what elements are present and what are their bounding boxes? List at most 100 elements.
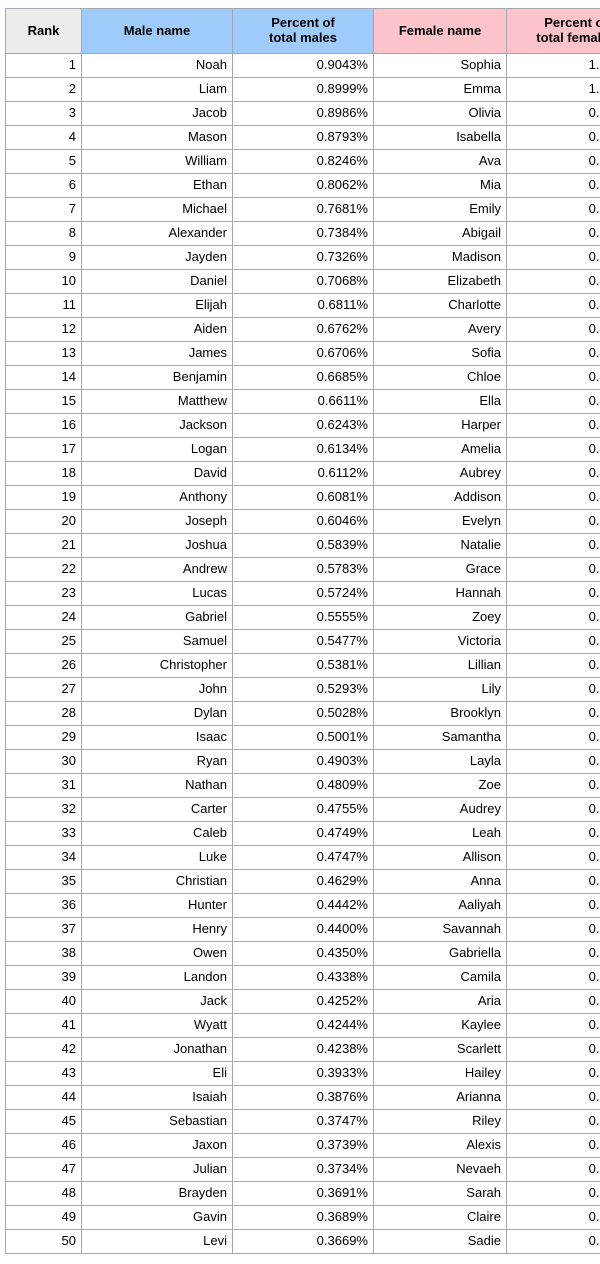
- table-row: 41Wyatt0.4244%Kaylee0.2660%: [5, 1013, 600, 1038]
- cell-female_name: Layla: [373, 749, 507, 774]
- table-row: 32Carter0.4755%Audrey0.2916%: [5, 797, 600, 822]
- cell-male_name: Landon: [81, 965, 233, 990]
- cell-rank: 37: [5, 917, 82, 942]
- cell-female_name: Samantha: [373, 725, 507, 750]
- table-body: 1Noah0.9043%Sophia1.1039%2Liam0.8999%Emm…: [5, 53, 600, 1254]
- cell-female_pct: 1.1039%: [506, 53, 600, 78]
- cell-rank: 10: [5, 269, 82, 294]
- cell-female_name: Grace: [373, 557, 507, 582]
- cell-female_pct: 0.3581%: [506, 701, 600, 726]
- cell-male_pct: 0.6081%: [232, 485, 374, 510]
- cell-female_name: Sophia: [373, 53, 507, 78]
- cell-male_pct: 0.3876%: [232, 1085, 374, 1110]
- cell-female_pct: 0.4384%: [506, 389, 600, 414]
- cell-male_pct: 0.8793%: [232, 125, 374, 150]
- cell-male_name: Aiden: [81, 317, 233, 342]
- cell-male_pct: 0.6046%: [232, 509, 374, 534]
- cell-female_name: Audrey: [373, 797, 507, 822]
- table-row: 17Logan0.6134%Amelia0.4179%: [5, 437, 600, 462]
- cell-male_pct: 0.8999%: [232, 77, 374, 102]
- cell-male_pct: 0.7681%: [232, 197, 374, 222]
- cell-rank: 13: [5, 341, 82, 366]
- cell-male_pct: 0.3689%: [232, 1205, 374, 1230]
- cell-female_pct: 0.6844%: [506, 173, 600, 198]
- cell-female_name: Zoe: [373, 773, 507, 798]
- cell-rank: 44: [5, 1085, 82, 1110]
- cell-female_name: Elizabeth: [373, 269, 507, 294]
- cell-male_pct: 0.6811%: [232, 293, 374, 318]
- cell-male_pct: 0.6134%: [232, 437, 374, 462]
- cell-male_name: Caleb: [81, 821, 233, 846]
- cell-female_pct: 0.2909%: [506, 821, 600, 846]
- table-container: Rank Male name Percent of total males Fem…: [0, 0, 600, 1254]
- cell-female_name: Emma: [373, 77, 507, 102]
- table-row: 8Alexander0.7384%Abigail0.6449%: [5, 221, 600, 246]
- cell-male_name: Noah: [81, 53, 233, 78]
- table-row: 23Lucas0.5724%Hannah0.3783%: [5, 581, 600, 606]
- table-row: 5William0.8246%Ava0.7924%: [5, 149, 600, 174]
- cell-female_pct: 0.2916%: [506, 797, 600, 822]
- cell-male_name: Jack: [81, 989, 233, 1014]
- cell-male_name: Gavin: [81, 1205, 233, 1230]
- cell-female_pct: 0.2635%: [506, 1037, 600, 1062]
- cell-female_name: Emily: [373, 197, 507, 222]
- table-row: 2Liam0.8999%Emma1.0888%: [5, 77, 600, 102]
- cell-female_pct: 0.2685%: [506, 965, 600, 990]
- cell-rank: 39: [5, 965, 82, 990]
- table-row: 45Sebastian0.3747%Riley0.2568%: [5, 1109, 600, 1134]
- table-row: 16Jackson0.6243%Harper0.4307%: [5, 413, 600, 438]
- cell-male_pct: 0.8246%: [232, 149, 374, 174]
- table-row: 47Julian0.3734%Nevaeh0.2470%: [5, 1157, 600, 1182]
- cell-rank: 43: [5, 1061, 82, 1086]
- cell-male_pct: 0.3734%: [232, 1157, 374, 1182]
- cell-rank: 22: [5, 557, 82, 582]
- cell-rank: 14: [5, 365, 82, 390]
- cell-male_pct: 0.5724%: [232, 581, 374, 606]
- cell-male_name: Jaxon: [81, 1133, 233, 1158]
- cell-rank: 40: [5, 989, 82, 1014]
- table-row: 7Michael0.7681%Emily0.6832%: [5, 197, 600, 222]
- cell-female_pct: 0.4564%: [506, 365, 600, 390]
- cell-female_pct: 0.3632%: [506, 677, 600, 702]
- cell-male_name: Dylan: [81, 701, 233, 726]
- cell-male_name: Hunter: [81, 893, 233, 918]
- cell-rank: 2: [5, 77, 82, 102]
- cell-male_name: Andrew: [81, 557, 233, 582]
- cell-male_name: Isaiah: [81, 1085, 233, 1110]
- table-row: 4Mason0.8793%Isabella0.9161%: [5, 125, 600, 150]
- column-header-label-line: Percent of: [271, 15, 335, 31]
- table-row: 35Christian0.4629%Anna0.2784%: [5, 869, 600, 894]
- cell-rank: 42: [5, 1037, 82, 1062]
- column-header-label-line: Percent of: [544, 15, 600, 31]
- baby-names-ranking-table: Rank Male name Percent of total males Fem…: [5, 8, 600, 1254]
- cell-female_pct: 0.2663%: [506, 989, 600, 1014]
- cell-male_name: Samuel: [81, 629, 233, 654]
- cell-female_name: Evelyn: [373, 509, 507, 534]
- cell-male_pct: 0.6762%: [232, 317, 374, 342]
- cell-rank: 28: [5, 701, 82, 726]
- cell-male_name: Matthew: [81, 389, 233, 414]
- table-row: 15Matthew0.6611%Ella0.4384%: [5, 389, 600, 414]
- table-row: 25Samuel0.5477%Victoria0.3748%: [5, 629, 600, 654]
- cell-male_name: Christopher: [81, 653, 233, 678]
- cell-rank: 27: [5, 677, 82, 702]
- cell-female_pct: 0.2721%: [506, 893, 600, 918]
- cell-female_name: Savannah: [373, 917, 507, 942]
- cell-female_name: Alexis: [373, 1133, 507, 1158]
- table-row: 31Nathan0.4809%Zoe0.3101%: [5, 773, 600, 798]
- cell-male_pct: 0.3691%: [232, 1181, 374, 1206]
- table-row: 20Joseph0.6046%Evelyn0.3989%: [5, 509, 600, 534]
- cell-male_pct: 0.4809%: [232, 773, 374, 798]
- cell-male_pct: 0.7068%: [232, 269, 374, 294]
- cell-male_name: Joseph: [81, 509, 233, 534]
- table-row: 49Gavin0.3689%Claire0.2423%: [5, 1205, 600, 1230]
- table-row: 43Eli0.3933%Hailey0.2616%: [5, 1061, 600, 1086]
- table-row: 28Dylan0.5028%Brooklyn0.3581%: [5, 701, 600, 726]
- column-header-label-line: total males: [269, 30, 337, 45]
- table-row: 42Jonathan0.4238%Scarlett0.2635%: [5, 1037, 600, 1062]
- cell-male_pct: 0.5293%: [232, 677, 374, 702]
- cell-female_name: Avery: [373, 317, 507, 342]
- column-header-rank: Rank: [5, 8, 82, 54]
- cell-female_pct: 1.0888%: [506, 77, 600, 102]
- table-row: 9Jayden0.7326%Madison0.5515%: [5, 245, 600, 270]
